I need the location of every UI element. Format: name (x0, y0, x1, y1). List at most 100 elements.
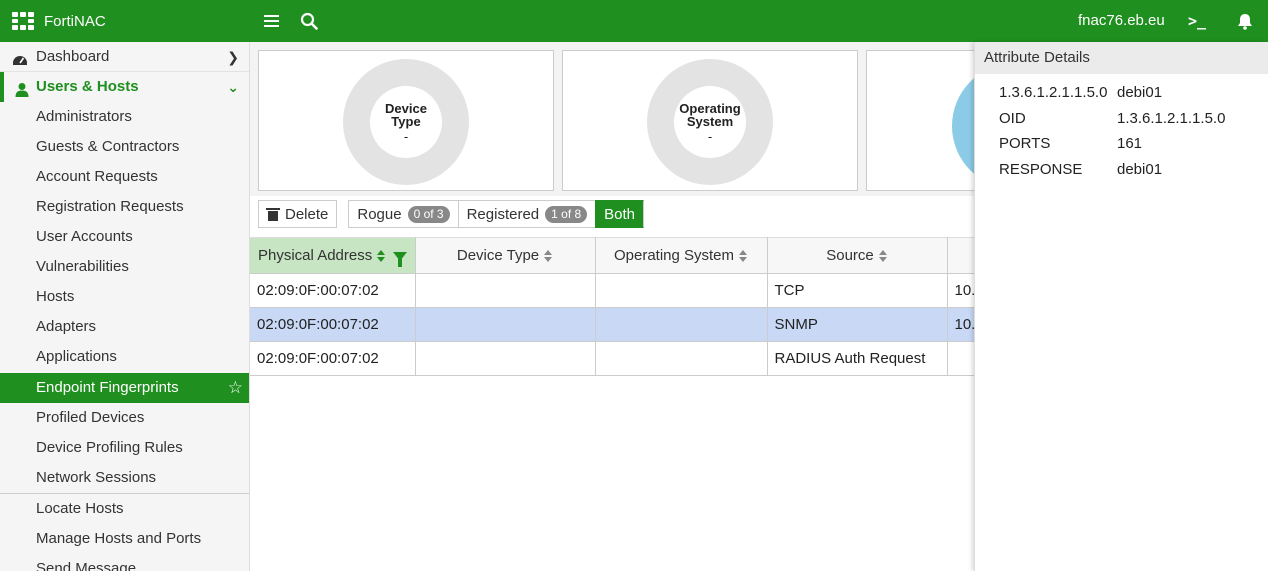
sidebar-item-locate-hosts[interactable]: Locate Hosts (0, 494, 249, 524)
column-operating-system[interactable]: Operating System (595, 237, 768, 274)
donut-title: Type (391, 113, 421, 129)
column-source[interactable]: Source (767, 237, 948, 274)
delete-button[interactable]: Delete (258, 200, 338, 228)
sort-icon[interactable] (544, 250, 553, 263)
sidebar-section-label: Users & Hosts (36, 78, 139, 95)
sort-icon[interactable] (377, 250, 386, 263)
sidebar-item-administrators[interactable]: Administrators (0, 102, 249, 132)
sidebar-item-label: Manage Hosts and Ports (36, 530, 202, 547)
cell-device-type (415, 341, 596, 376)
sidebar-item-label: Adapters (36, 318, 97, 335)
attribute-key: PORTS (999, 135, 1051, 152)
search-icon[interactable] (299, 11, 319, 31)
sidebar-item-applications[interactable]: Applications (0, 342, 249, 372)
device-type-card[interactable]: Device Type - (258, 50, 554, 191)
device-type-donut: Device Type - (343, 59, 469, 185)
sidebar-item-dashboard[interactable]: Dashboard ❯ (0, 42, 249, 72)
registered-toggle[interactable]: Registered 1 of 8 (457, 200, 596, 228)
sidebar: Dashboard ❯ Users & Hosts ⌄ Administrato… (0, 42, 250, 571)
column-label: Source (826, 247, 874, 264)
sidebar-item-manage-hosts-ports[interactable]: Manage Hosts and Ports (0, 524, 249, 554)
sidebar-item-guests-contractors[interactable]: Guests & Contractors (0, 132, 249, 162)
sidebar-item-label: Vulnerabilities (36, 258, 129, 275)
cell-device-type (415, 273, 596, 308)
top-bar: FortiNAC fnac76.eb.eu >_ (0, 0, 1268, 42)
sidebar-item-label: Device Profiling Rules (36, 439, 183, 456)
registered-count-badge: 1 of 8 (545, 205, 588, 223)
sidebar-item-label: Profiled Devices (36, 409, 145, 426)
attribute-row: PORTS 161 (999, 131, 1268, 157)
rogue-toggle[interactable]: Rogue 0 of 3 (348, 200, 458, 228)
sidebar-item-send-message[interactable]: Send Message (0, 554, 249, 571)
bell-icon[interactable] (1235, 11, 1255, 31)
sidebar-item-vulnerabilities[interactable]: Vulnerabilities (0, 252, 249, 282)
favorite-star-icon[interactable]: ☆ (228, 373, 243, 403)
sidebar-item-hosts[interactable]: Hosts (0, 282, 249, 312)
donut-value: - (707, 128, 713, 144)
donut-value: - (403, 128, 409, 144)
sidebar-item-label: User Accounts (36, 228, 133, 245)
terminal-icon[interactable]: >_ (1187, 11, 1207, 31)
attribute-key: 1.3.6.1.2.1.1.5.0 (999, 84, 1108, 101)
attribute-row: OID 1.3.6.1.2.1.1.5.0 (999, 106, 1268, 132)
toolbar: Delete Rogue 0 of 3 Registered 1 of 8 Bo… (258, 200, 645, 228)
sidebar-item-profiled-devices[interactable]: Profiled Devices (0, 403, 249, 433)
attribute-key: RESPONSE (999, 160, 1083, 178)
sidebar-item-adapters[interactable]: Adapters (0, 312, 249, 342)
sidebar-item-registration-requests[interactable]: Registration Requests (0, 192, 249, 222)
cell-device-type (415, 307, 596, 342)
attribute-row: RESPONSE debi01 (999, 157, 1268, 183)
donut-title: System (686, 113, 734, 129)
sidebar-item-endpoint-fingerprints[interactable]: Endpoint Fingerprints ☆ (0, 373, 249, 403)
brand[interactable]: FortiNAC (12, 0, 106, 42)
attribute-list: 1.3.6.1.2.1.1.5.0 debi01 OID 1.3.6.1.2.1… (975, 74, 1268, 182)
attribute-details-panel: Attribute Details 1.3.6.1.2.1.1.5.0 debi… (974, 42, 1268, 571)
rogue-label: Rogue (357, 205, 402, 223)
host-name[interactable]: fnac76.eb.eu (1078, 0, 1165, 42)
sidebar-item-label: Guests & Contractors (36, 138, 180, 155)
both-toggle[interactable]: Both (595, 200, 645, 228)
sidebar-item-label: Account Requests (36, 168, 158, 185)
cell-physical-address: 02:09:0F:00:07:02 (250, 273, 416, 308)
column-physical-address[interactable]: Physical Address (250, 237, 416, 274)
column-label: Operating System (613, 247, 735, 264)
dashboard-icon (12, 49, 28, 65)
sidebar-item-label: Hosts (36, 288, 75, 305)
sidebar-item-label: Locate Hosts (36, 500, 124, 517)
operating-system-donut: Operating System - (647, 59, 773, 185)
sort-icon[interactable] (878, 250, 888, 263)
sidebar-item-label: Dashboard (36, 48, 110, 65)
cell-physical-address: 02:09:0F:00:07:02 (250, 341, 416, 376)
host-state-filter: Rogue 0 of 3 Registered 1 of 8 Both (348, 200, 645, 228)
sidebar-item-label: Registration Requests (36, 198, 184, 215)
trash-icon (266, 207, 280, 221)
column-device-type[interactable]: Device Type (415, 237, 596, 274)
panel-title: Attribute Details (975, 42, 1268, 74)
sidebar-section-users-hosts[interactable]: Users & Hosts ⌄ (0, 72, 249, 102)
attribute-key: OID (999, 109, 1026, 127)
operating-system-card[interactable]: Operating System - (562, 50, 858, 191)
donut-title: Operating (679, 100, 741, 116)
sidebar-item-label: Endpoint Fingerprints (36, 379, 179, 396)
sidebar-item-label: Applications (36, 348, 117, 365)
menu-icon[interactable] (261, 11, 281, 31)
chevron-right-icon: ❯ (227, 49, 239, 65)
attribute-value: 161 (1117, 135, 1143, 152)
attribute-row: 1.3.6.1.2.1.1.5.0 debi01 (999, 80, 1268, 106)
cell-source: TCP (767, 273, 948, 308)
donut-title: Device (385, 100, 427, 116)
donut-label: Device Type - (370, 86, 442, 158)
sort-icon[interactable] (739, 250, 748, 263)
chevron-down-icon: ⌄ (227, 79, 239, 95)
sidebar-item-account-requests[interactable]: Account Requests (0, 162, 249, 192)
both-label: Both (604, 205, 636, 223)
donut-label: Operating System - (674, 86, 746, 158)
filter-icon[interactable] (393, 251, 408, 267)
sidebar-item-user-accounts[interactable]: User Accounts (0, 222, 249, 252)
cell-operating-system (595, 341, 768, 376)
cell-operating-system (595, 307, 768, 342)
sidebar-item-label: Network Sessions (36, 469, 157, 486)
sidebar-item-device-profiling-rules[interactable]: Device Profiling Rules (0, 433, 249, 463)
sidebar-item-network-sessions[interactable]: Network Sessions (0, 463, 249, 493)
column-label: Device Type (456, 247, 540, 264)
